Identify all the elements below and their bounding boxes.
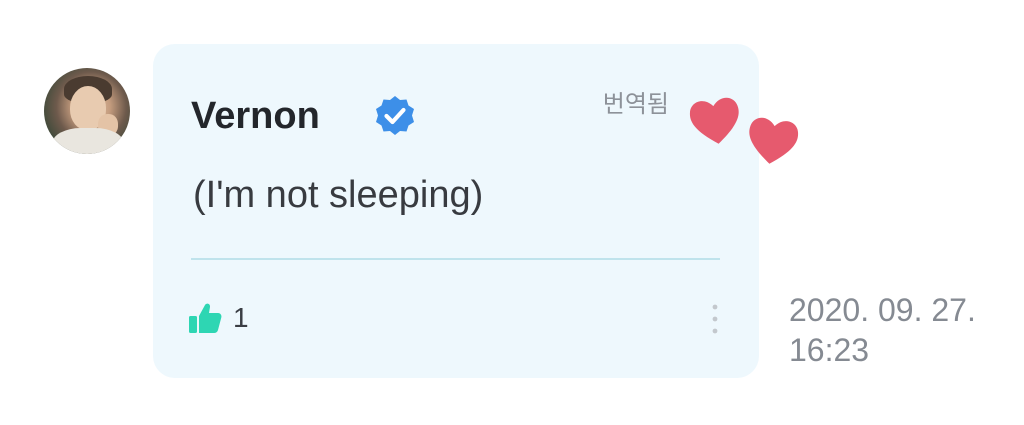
vertical-dots-icon[interactable] xyxy=(710,302,720,336)
comment-card: Vernon 번역됨 (I'm not sleeping) 1 xyxy=(153,44,759,378)
timestamp-time: 16:23 xyxy=(789,332,870,368)
thumbs-up-icon[interactable] xyxy=(187,300,223,336)
timestamp: 2020. 09. 27. 16:23 xyxy=(789,290,976,370)
like-count: 1 xyxy=(233,302,249,333)
divider xyxy=(191,258,720,260)
translated-label: 번역됨 xyxy=(602,91,669,118)
comment-text: (I'm not sleeping) xyxy=(193,174,484,216)
timestamp-date: 2020. 09. 27. xyxy=(789,292,976,328)
author-name[interactable]: Vernon xyxy=(191,94,320,138)
verified-badge-icon xyxy=(376,96,414,135)
avatar-shirt xyxy=(52,128,124,154)
hearts-icon xyxy=(689,97,799,164)
avatar[interactable] xyxy=(44,68,130,154)
